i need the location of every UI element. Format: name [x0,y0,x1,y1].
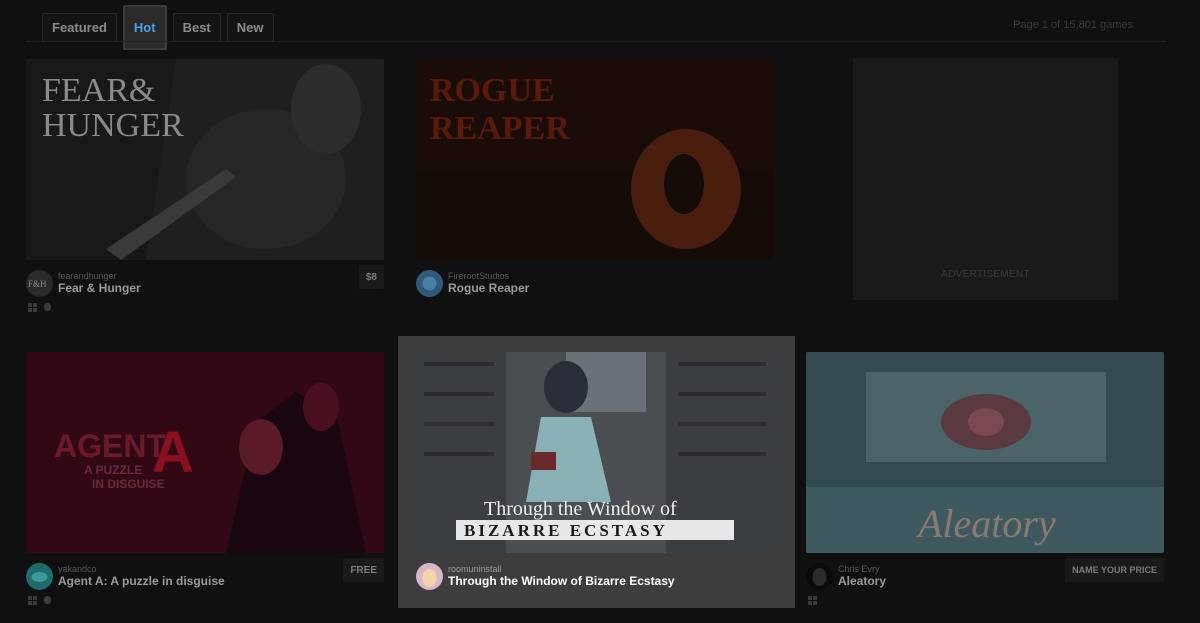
game-title[interactable]: Through the Window of Bizarre Ecstasy [448,574,675,588]
game-title[interactable]: Rogue Reaper [448,281,529,295]
game-title[interactable]: Agent A: A puzzle in disguise [58,574,225,588]
browse-tabs: Featured Hot Best New [42,5,274,50]
cover-subtitle-line2: IN DISGUISE [92,477,165,491]
windows-icon [28,596,39,607]
game-author[interactable]: roomuninstall [448,564,502,574]
advertisement-label: ADVERTISEMENT [941,269,1030,280]
tab-hot[interactable]: Hot [122,5,167,50]
apple-icon [44,303,52,314]
svg-text:F&H: F&H [28,279,47,289]
apple-icon [44,596,52,607]
game-author[interactable]: Chris Evry [838,564,880,574]
cover-title-line1: Through the Window of [484,498,677,520]
game-thumbnail[interactable]: FEAR& HUNGER [26,59,384,260]
cover-title-line2: REAPER [430,110,570,147]
cover-title-line2: BIZARRE ECSTASY [464,521,668,540]
cover-title-line1: AGENT [54,428,166,464]
author-avatar[interactable] [416,270,443,297]
pagination-info: Page 1 of 15,801 games [1013,19,1133,31]
cover-title-line1: ROGUE [430,72,555,109]
cover-title-line2: HUNGER [42,107,184,144]
windows-icon [808,596,819,607]
tab-best[interactable]: Best [172,13,221,42]
game-thumbnail[interactable]: ROGUE REAPER [416,59,774,260]
game-title[interactable]: Fear & Hunger [58,281,141,295]
game-thumbnail[interactable]: Through the Window of BIZARRE ECSTASY [416,352,774,553]
windows-icon [28,303,39,314]
tab-new[interactable]: New [226,13,274,42]
author-avatar[interactable] [806,563,833,590]
price-badge: FREE [343,558,384,582]
game-author[interactable]: yakandco [58,564,97,574]
game-author[interactable]: FirerootStudios [448,271,509,281]
cover-title-line1: FEAR& [42,72,155,109]
cover-title-line1: Aleatory [915,501,1056,546]
author-avatar[interactable]: F&H [26,270,53,297]
author-avatar[interactable] [26,563,53,590]
advertisement-slot[interactable]: ADVERTISEMENT [853,58,1118,300]
game-author[interactable]: fearandhunger [58,271,117,281]
price-badge: NAME YOUR PRICE [1065,558,1164,582]
cover-subtitle-line1: A PUZZLE [84,463,142,477]
game-thumbnail[interactable]: AGENT A A PUZZLE IN DISGUISE [26,352,384,553]
price-badge: $8 [358,265,384,289]
header-divider [26,41,1166,42]
author-avatar[interactable] [416,563,443,590]
game-thumbnail[interactable]: Aleatory [806,352,1164,553]
tab-featured[interactable]: Featured [42,13,117,42]
cover-title-accent: A [152,420,194,485]
game-title[interactable]: Aleatory [838,574,886,588]
